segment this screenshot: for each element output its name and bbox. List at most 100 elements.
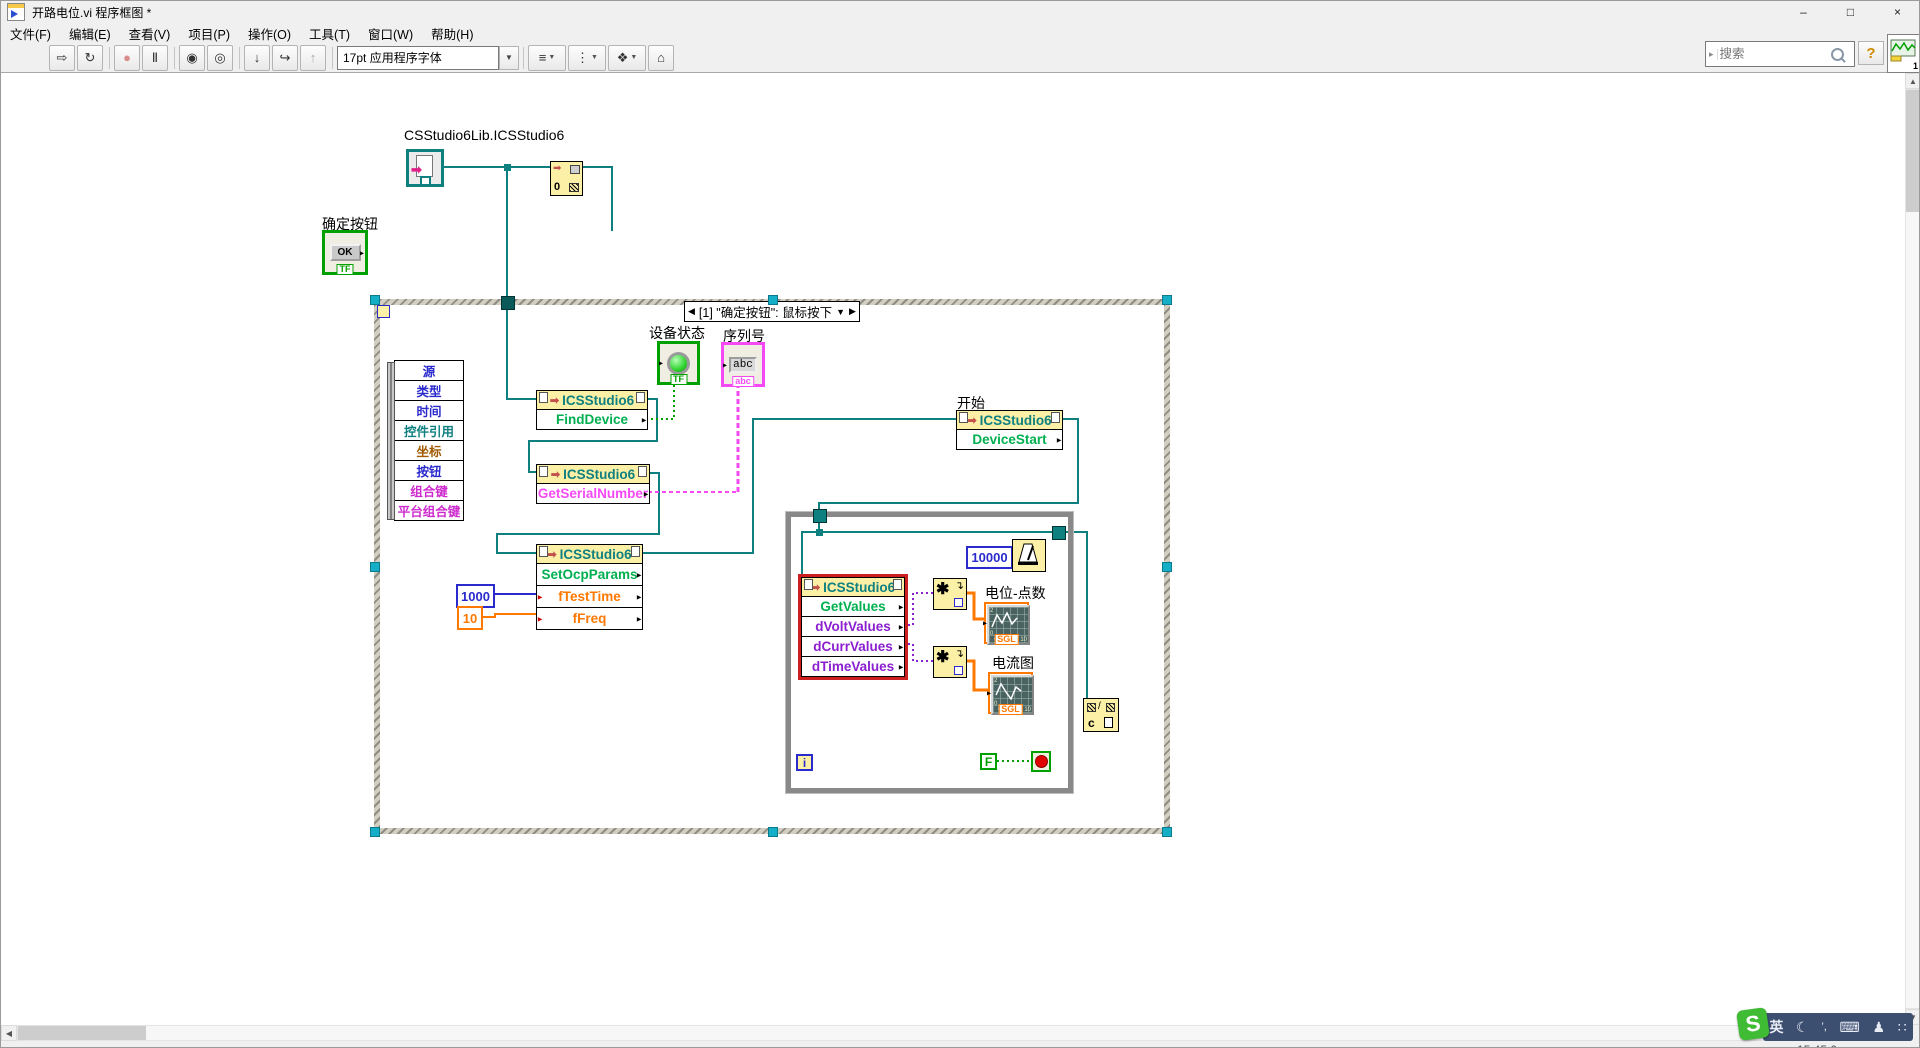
cleanup-diagram-button[interactable]: ⌂ <box>648 45 674 71</box>
event-tunnel[interactable] <box>501 296 515 310</box>
param-row[interactable]: dCurrValues ▸ <box>802 636 904 656</box>
search-input[interactable] <box>1718 46 1831 62</box>
hscroll-thumb[interactable] <box>18 1026 146 1040</box>
vscroll-thumb[interactable] <box>1906 90 1920 212</box>
distribute-objects-button[interactable]: ⋮▼ <box>568 45 606 71</box>
selection-handle[interactable] <box>370 827 380 837</box>
serial-number-terminal[interactable]: ▸ abc abc <box>721 342 765 387</box>
punctuation-icon[interactable]: ’, <box>1821 1021 1827 1033</box>
param-row[interactable]: dTimeValues ▸ <box>802 656 904 676</box>
retain-wire-values-button[interactable]: ◎ <box>207 45 233 71</box>
keyboard-icon[interactable]: ⌨ <box>1840 1019 1860 1036</box>
case-dropdown-icon[interactable]: ▼ <box>836 307 845 317</box>
align-objects-button[interactable]: ≡▼ <box>528 45 566 71</box>
event-case-title[interactable]: [1] "确定按钮": 鼠标按下 <box>699 302 832 321</box>
ime-mode-label[interactable]: 英 <box>1769 1017 1783 1037</box>
event-data-item-coords[interactable]: 坐标 <box>394 440 464 461</box>
param-row[interactable]: ▸ fTestTime ▸ <box>537 585 642 607</box>
menu-file[interactable]: 文件(F) <box>1 24 60 43</box>
event-data-item-ctlref[interactable]: 控件引用 <box>394 420 464 441</box>
selection-handle[interactable] <box>370 295 380 305</box>
sogou-logo-icon[interactable]: S <box>1736 1007 1770 1041</box>
highlight-execution-button[interactable]: ◉ <box>179 45 205 71</box>
constant-freq[interactable]: 10 <box>457 606 483 630</box>
step-out-button[interactable]: ↑ <box>300 45 326 71</box>
close-button[interactable]: × <box>1874 1 1920 23</box>
create-object-node[interactable]: ➡ 0 <box>550 161 583 196</box>
loop-tunnel-right[interactable] <box>1052 526 1066 540</box>
person-icon[interactable]: ♟ <box>1872 1019 1885 1036</box>
invoke-node-get-values[interactable]: ➡ ICSStudio6 GetValues ▸ dVoltValues ▸ d… <box>801 577 905 677</box>
menu-project[interactable]: 项目(P) <box>179 24 239 43</box>
variant-to-data-node[interactable]: ✱ ↴ <box>933 578 967 610</box>
invoke-node-set-ocp-params[interactable]: ➡ ICSStudio6 SetOcpParams ▸ ▸ fTestTime … <box>536 544 643 630</box>
run-button[interactable]: ⇨ <box>49 45 75 71</box>
variant-to-data-node[interactable]: ✱ ↴ <box>933 646 967 678</box>
method-row[interactable]: FindDevice ▸ <box>537 409 647 429</box>
selection-handle[interactable] <box>768 827 778 837</box>
invoke-node-get-serial[interactable]: ➡ ICSStudio6 GetSerialNumber ▸ <box>536 464 650 504</box>
ok-button-terminal[interactable]: OK ▸ TF <box>322 230 368 275</box>
menu-view[interactable]: 查看(V) <box>120 24 180 43</box>
event-data-node[interactable]: 源 类型 时间 控件引用 坐标 按钮 组合键 平台组合键 <box>387 361 464 521</box>
device-status-led-terminal[interactable]: ▸ TF <box>657 341 700 385</box>
search-box[interactable]: ▸ <box>1705 41 1855 67</box>
next-case-icon[interactable]: ▶ <box>849 306 856 317</box>
vscroll-up-button[interactable]: ▲ <box>1905 73 1920 89</box>
selection-handle[interactable] <box>1162 562 1172 572</box>
loop-condition-terminal[interactable] <box>1031 751 1051 772</box>
method-row[interactable]: DeviceStart ▸ <box>957 429 1062 449</box>
menu-operate[interactable]: 操作(O) <box>239 24 300 43</box>
wait-ms-multiple-node[interactable] <box>1012 539 1046 572</box>
grid-icon[interactable]: ∷ <box>1898 1019 1907 1036</box>
event-data-item-time[interactable]: 时间 <box>394 400 464 421</box>
close-reference-node[interactable]: / c <box>1083 698 1119 732</box>
event-timeout-terminal[interactable] <box>377 305 390 318</box>
menu-window[interactable]: 窗口(W) <box>359 24 422 43</box>
selection-handle[interactable] <box>1162 827 1172 837</box>
selection-handle[interactable] <box>1162 295 1172 305</box>
waveform-chart-current[interactable]: ▸ 2 0 00 10 SGL <box>988 672 1033 714</box>
reorder-button[interactable]: ❖▼ <box>608 45 646 71</box>
loop-tunnel-top[interactable] <box>813 509 827 523</box>
pause-button[interactable]: Ⅱ <box>142 45 168 71</box>
event-data-item-type[interactable]: 类型 <box>394 380 464 401</box>
event-data-item-button[interactable]: 按钮 <box>394 460 464 481</box>
menu-edit[interactable]: 编辑(E) <box>60 24 120 43</box>
selection-handle[interactable] <box>370 562 380 572</box>
event-data-item-mods[interactable]: 组合键 <box>394 480 464 501</box>
abort-button[interactable]: ● <box>114 45 140 71</box>
event-data-item-platmods[interactable]: 平台组合键 <box>394 500 464 521</box>
minimize-button[interactable]: – <box>1780 1 1827 23</box>
step-over-button[interactable]: ↪ <box>272 45 298 71</box>
run-continuous-button[interactable]: ↻ <box>77 45 103 71</box>
param-row[interactable]: dVoltValues ▸ <box>802 616 904 636</box>
maximize-button[interactable]: □ <box>1827 1 1874 23</box>
invoke-node-device-start[interactable]: ➡ ICSStudio6 DeviceStart ▸ <box>956 410 1063 450</box>
method-row[interactable]: SetOcpParams ▸ <box>537 563 642 585</box>
vi-icon[interactable]: 1 <box>1887 34 1920 73</box>
font-dropdown-arrow[interactable]: ▼ <box>499 46 519 70</box>
invoke-node-find-device[interactable]: ➡ ICSStudio6 FindDevice ▸ <box>536 390 648 430</box>
method-row[interactable]: GetSerialNumber ▸ <box>537 483 649 503</box>
constant-wait-ms[interactable]: 10000 <box>966 546 1013 569</box>
moon-icon[interactable]: ☾ <box>1796 1019 1809 1036</box>
context-help-button[interactable]: ? <box>1858 41 1884 65</box>
method-row[interactable]: GetValues ▸ <box>802 596 904 616</box>
loop-iteration-terminal[interactable]: i <box>796 754 813 771</box>
prev-case-icon[interactable]: ◀ <box>688 306 695 317</box>
waveform-chart-potential[interactable]: ▸ 2 0 00 10 SGL <box>984 602 1029 644</box>
font-selector[interactable]: 17pt 应用程序字体 <box>337 46 499 70</box>
menu-help[interactable]: 帮助(H) <box>422 24 482 43</box>
menu-tools[interactable]: 工具(T) <box>300 24 359 43</box>
event-data-item-source[interactable]: 源 <box>394 360 464 381</box>
hscroll-left-button[interactable]: ◀ <box>1 1025 17 1041</box>
ime-toolbar[interactable]: 英 ☾ ’, ⌨ ♟ ∷ <box>1763 1013 1913 1041</box>
selection-handle[interactable] <box>768 295 778 305</box>
step-into-button[interactable]: ↓ <box>244 45 270 71</box>
param-row[interactable]: ▸ fFreq ▸ <box>537 607 642 629</box>
hscrollbar[interactable] <box>17 1025 1889 1041</box>
vscrollbar[interactable] <box>1905 89 1920 1009</box>
class-constant[interactable]: ➡ <box>406 149 444 187</box>
constant-test-time[interactable]: 1000 <box>456 584 495 608</box>
